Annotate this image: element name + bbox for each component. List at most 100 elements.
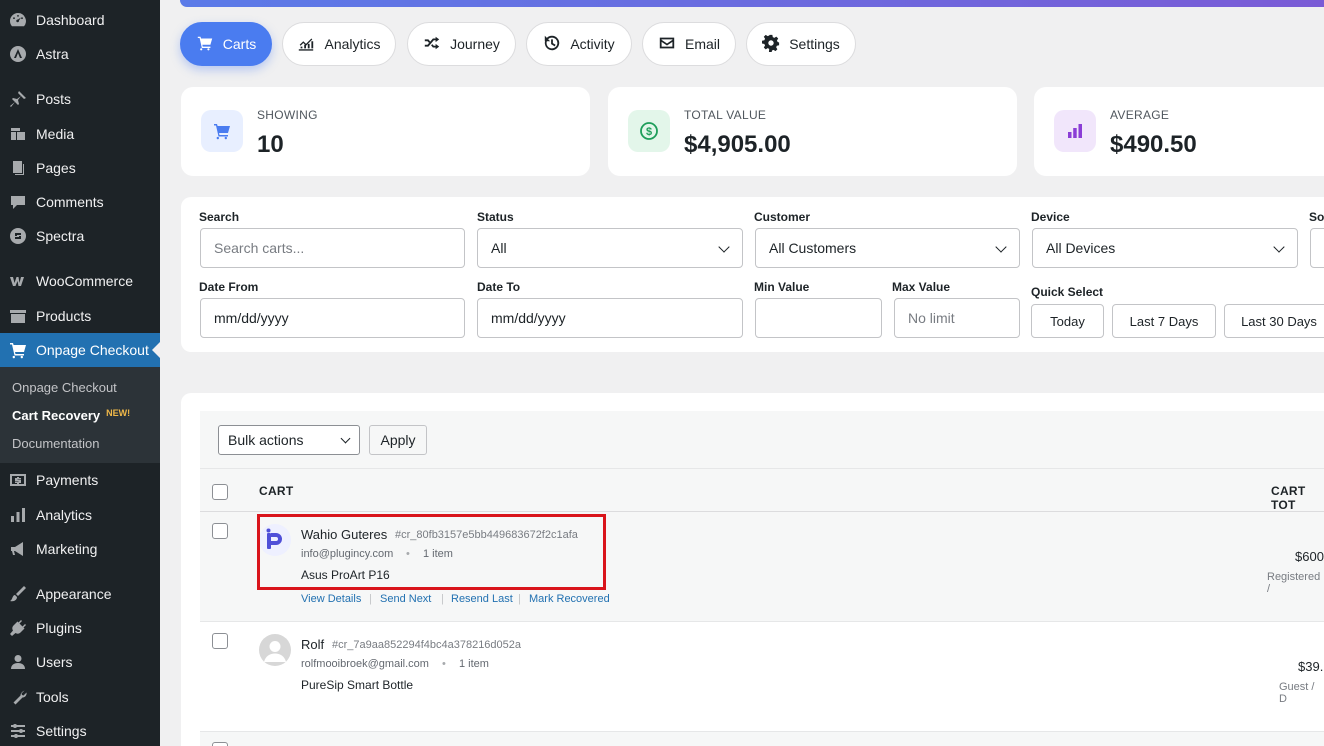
status-select-value: All [491,240,507,256]
sidebar-item-label: Users [36,654,73,670]
tab-carts[interactable]: Carts [180,22,272,66]
submenu-item-onpage-checkout[interactable]: Onpage Checkout [12,380,117,395]
quick-select-last-30-days-button[interactable]: Last 30 Days [1224,304,1324,338]
stat-card-showing: SHOWING 10 [181,87,590,176]
sidebar-item-spectra[interactable]: Spectra [0,219,160,253]
cart-id: #cr_7a9aa852294f4bc4a378216d052a [332,639,522,651]
admin-sidebar: Dashboard Astra Posts Media Pages Commen… [0,0,160,746]
sidebar-item-comments[interactable]: Comments [0,185,160,219]
tab-label: Journey [450,36,500,52]
submenu-item-cart-recovery[interactable]: Cart Recovery NEW! [12,408,130,423]
tab-email[interactable]: Email [642,22,736,66]
sidebar-item-settings[interactable]: Settings [0,714,160,746]
min-value-input[interactable] [755,298,882,338]
date-from-input[interactable]: mm/dd/yyyy [200,298,465,338]
tab-journey[interactable]: Journey [407,22,516,66]
sidebar-item-plugins[interactable]: Plugins [0,611,160,645]
column-header-cart[interactable]: CART [259,484,294,498]
customer-label: Customer [754,210,811,224]
analytics-icon [0,505,36,525]
customer-select[interactable]: All Customers [755,228,1020,268]
media-icon [0,124,36,144]
sidebar-item-marketing[interactable]: Marketing [0,532,160,566]
tab-analytics[interactable]: Analytics [282,22,396,66]
column-header-cart-total[interactable]: CART TOT [1271,484,1324,512]
history-icon [543,34,561,55]
tab-label: Carts [222,36,257,52]
tab-label: Activity [570,36,615,52]
status-select[interactable]: All [477,228,743,268]
bulk-actions-value: Bulk actions [228,432,304,448]
stat-label: TOTAL VALUE [684,108,767,122]
sidebar-item-dashboard[interactable]: Dashboard [0,3,160,37]
tab-settings[interactable]: Settings [746,22,856,66]
sidebar-item-label: Products [36,308,92,324]
max-value-label: Max Value [892,280,951,294]
payments-icon [0,470,36,490]
onpage-checkout-submenu: Onpage Checkout Cart Recovery NEW! Docume… [0,367,160,463]
submenu-item-documentation[interactable]: Documentation [12,436,99,451]
stat-label: AVERAGE [1110,108,1170,122]
cart-total: $39. [1298,659,1324,674]
sidebar-item-products[interactable]: Products [0,299,160,333]
sidebar-item-tools[interactable]: Tools [0,680,160,714]
device-select[interactable]: All Devices [1032,228,1298,268]
quick-select-last-7-days-button[interactable]: Last 7 Days [1112,304,1216,338]
sidebar-item-posts[interactable]: Posts [0,82,160,116]
send-next-link[interactable]: Send Next [380,593,431,605]
sidebar-item-users[interactable]: Users [0,645,160,679]
pages-icon [0,158,36,178]
bulk-actions-select[interactable]: Bulk actions [218,425,360,455]
quick-select-today-button[interactable]: Today [1031,304,1104,338]
sidebar-item-label: Spectra [36,228,85,244]
customer-type: Registered / [1267,571,1321,595]
sidebar-item-label: Dashboard [36,12,105,28]
resend-last-link[interactable]: Resend Last [451,593,513,605]
sidebar-item-label: Tools [36,689,69,705]
dollar-icon: $ [628,110,670,152]
sidebar-item-appearance[interactable]: Appearance [0,577,160,611]
sidebar-item-analytics[interactable]: Analytics [0,498,160,532]
customer-name[interactable]: Rolf [301,637,324,652]
dashboard-icon [0,10,36,30]
pin-icon [0,89,36,109]
min-value-label: Min Value [754,280,810,294]
stat-label: SHOWING [257,108,318,122]
status-label: Status [477,210,514,224]
cart-total: $600 [1295,549,1324,564]
row-checkbox[interactable] [212,633,228,649]
sidebar-item-woocommerce[interactable]: WooCommerce [0,264,160,298]
sidebar-item-onpage-checkout[interactable]: Onpage Checkout [0,333,160,367]
row-checkbox[interactable] [212,742,228,746]
sidebar-item-label: Analytics [36,507,93,523]
date-to-input[interactable]: mm/dd/yyyy [477,298,743,338]
view-details-link[interactable]: View Details [301,593,361,605]
stat-value: 10 [257,131,284,158]
max-value-input[interactable]: No limit [894,298,1020,338]
link-separator: | [518,593,521,605]
search-input[interactable]: Search carts... [200,228,465,268]
stat-value: $4,905.00 [684,131,791,158]
cart-icon [0,340,36,360]
gear-icon [762,34,780,55]
source-select[interactable] [1310,228,1324,268]
quick-select-label: Quick Select [1031,285,1104,299]
apply-button[interactable]: Apply [369,425,427,455]
select-all-checkbox[interactable] [212,484,228,500]
table-header [200,468,1324,512]
sidebar-item-media[interactable]: Media [0,117,160,151]
mark-recovered-link[interactable]: Mark Recovered [529,593,610,605]
sidebar-item-pages[interactable]: Pages [0,151,160,185]
sidebar-item-label: Onpage Checkout [36,342,149,358]
tab-activity[interactable]: Activity [526,22,632,66]
woocommerce-icon [0,271,36,291]
sidebar-item-label: Media [36,126,75,142]
astra-icon [0,44,36,64]
sidebar-item-payments[interactable]: Payments [0,463,160,497]
cart-icon [201,110,243,152]
device-select-value: All Devices [1046,240,1116,256]
spectra-icon [0,226,36,246]
sidebar-item-label: Plugins [36,620,82,636]
row-checkbox[interactable] [212,523,228,539]
sidebar-item-astra[interactable]: Astra [0,37,160,71]
